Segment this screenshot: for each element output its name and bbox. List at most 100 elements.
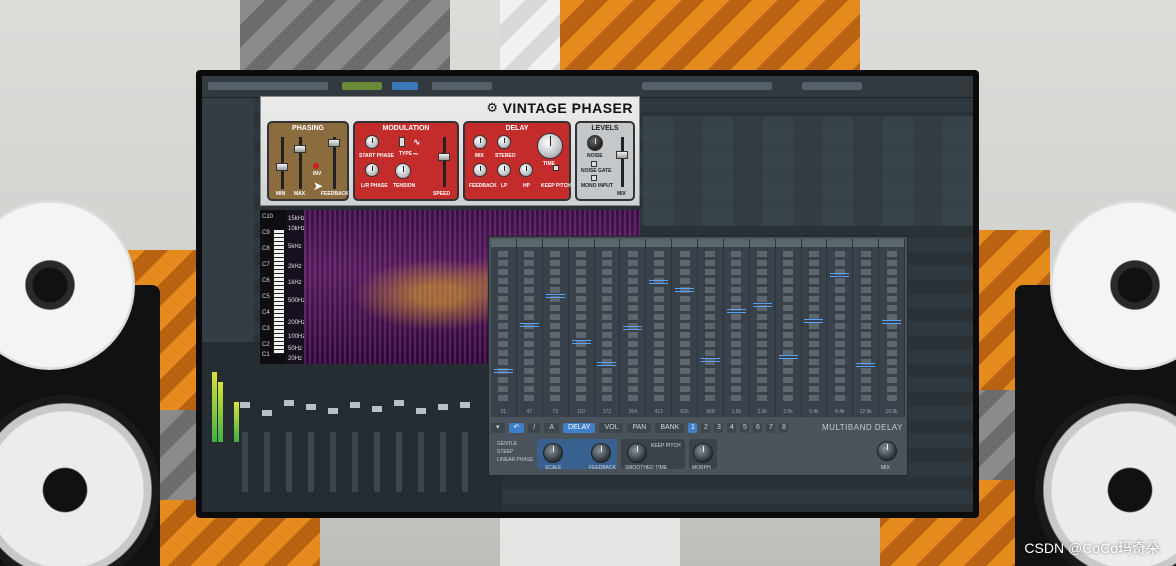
band-header[interactable] [801,239,827,247]
daw-mixer[interactable] [202,342,502,512]
band-column[interactable]: 31 [491,239,517,417]
speed-slider-track[interactable] [443,137,446,187]
bank-button[interactable]: 6 [753,423,763,433]
mix-slider[interactable] [616,151,628,159]
band-header[interactable] [594,239,620,247]
daw-piano-roll[interactable] [643,116,973,226]
band-delay-marker[interactable] [493,369,513,374]
band-header[interactable] [672,239,697,247]
band-header[interactable] [775,239,801,247]
pencil-tool[interactable]: / [528,423,541,433]
daw-menu-bar[interactable] [202,76,973,98]
band-delay-marker[interactable] [778,354,798,359]
band-header[interactable] [568,239,594,247]
band-delay-marker[interactable] [519,323,539,327]
band-header[interactable] [749,239,775,247]
band-delay-marker[interactable] [571,340,591,345]
band-column[interactable]: 264 [620,239,647,417]
mix-knob[interactable] [473,135,487,149]
band-freq-label: 73 [552,409,558,415]
menu-arrow-icon[interactable]: ▾ [491,423,505,433]
band-column[interactable]: 12.9k [853,239,880,417]
bank-button[interactable]: 3 [714,423,724,433]
gentle-option[interactable]: GENTLE [497,441,517,447]
time-knob[interactable] [537,133,563,159]
mix-slider-track[interactable] [621,137,624,187]
band-column[interactable]: 968 [698,239,724,417]
band-column[interactable]: 47 [516,239,543,417]
band-delay-marker[interactable] [804,318,824,323]
line-tool[interactable]: A [544,423,560,433]
lp-knob[interactable] [497,163,511,177]
band-delay-marker[interactable] [623,325,643,330]
band-header[interactable] [723,239,749,247]
band-graph[interactable]: 31 47 73 110 172 264 413 626 968 1.5k 2.3k 3.5k 5.4k… [491,239,905,417]
feedback-knob[interactable] [591,443,611,463]
hp-label: HP [523,183,530,189]
bank-button[interactable]: 1 [688,423,698,433]
band-column[interactable]: 413 [646,239,673,417]
bank-button[interactable]: 8 [779,423,789,433]
keep-pitch-label[interactable]: KEEP PITCH [651,443,681,449]
tab-delay[interactable]: DELAY [563,423,596,433]
feedback-knob[interactable] [473,163,487,177]
band-column[interactable]: 110 [568,239,595,417]
band-column[interactable]: 1.5k [723,239,750,417]
band-delay-marker[interactable] [882,320,901,325]
band-delay-marker[interactable] [856,363,876,368]
band-column[interactable]: 19.9k [879,239,905,417]
band-column[interactable]: 626 [672,239,698,417]
type-switch[interactable] [399,137,405,147]
band-delay-marker[interactable] [545,294,565,299]
start-phase-knob[interactable] [365,135,379,149]
band-header[interactable] [646,239,672,247]
bank-button[interactable]: 5 [740,423,750,433]
band-column[interactable]: 3.5k [775,239,802,417]
band-delay-marker[interactable] [752,302,772,307]
tab-pan[interactable]: PAN [627,423,652,433]
tab-vol[interactable]: VOL [599,423,624,433]
band-delay-marker[interactable] [597,361,617,366]
morph-knob[interactable] [693,443,713,463]
band-delay-marker[interactable] [700,357,720,362]
steep-option[interactable]: STEEP [497,449,513,455]
band-column[interactable]: 8.4k [827,239,854,417]
stereo-knob[interactable] [497,135,511,149]
band-header[interactable] [542,239,568,247]
undo-icon[interactable]: ↶ [508,423,525,433]
feedback-slider[interactable] [328,139,340,147]
smoothed-time-knob[interactable] [627,443,647,463]
band-header[interactable] [827,239,853,247]
noise-knob[interactable] [587,135,603,151]
lr-phase-knob[interactable] [365,163,379,177]
speed-slider[interactable] [438,153,450,161]
bank-button[interactable]: 7 [766,423,776,433]
band-delay-marker[interactable] [649,279,669,284]
band-column[interactable]: 73 [542,239,569,417]
tension-knob[interactable] [395,163,411,179]
bank-button[interactable]: 4 [727,423,737,433]
linear-phase-option[interactable]: LINEAR PHASE [497,457,533,463]
band-delay-marker[interactable] [675,288,694,293]
band-header[interactable] [879,239,904,247]
band-header[interactable] [516,239,542,247]
band-header[interactable] [698,239,723,247]
mix-knob[interactable] [877,441,897,461]
max-slider[interactable] [294,145,306,153]
band-header[interactable] [853,239,879,247]
band-delay-marker[interactable] [830,272,850,277]
scale-knob[interactable] [543,443,563,463]
bank-button[interactable]: 2 [701,423,711,433]
min-slider[interactable] [276,163,288,171]
noise-gate-toggle[interactable] [591,161,597,167]
inv-led[interactable] [313,163,319,169]
band-column[interactable]: 5.4k [801,239,828,417]
band-column[interactable]: 172 [594,239,621,417]
mono-input-toggle[interactable] [591,175,597,181]
gear-icon[interactable]: ⚙ [486,100,498,116]
hp-knob[interactable] [519,163,533,177]
band-column[interactable]: 2.3k [749,239,776,417]
band-header[interactable] [491,239,516,247]
band-header[interactable] [620,239,646,247]
band-delay-marker[interactable] [726,308,746,313]
